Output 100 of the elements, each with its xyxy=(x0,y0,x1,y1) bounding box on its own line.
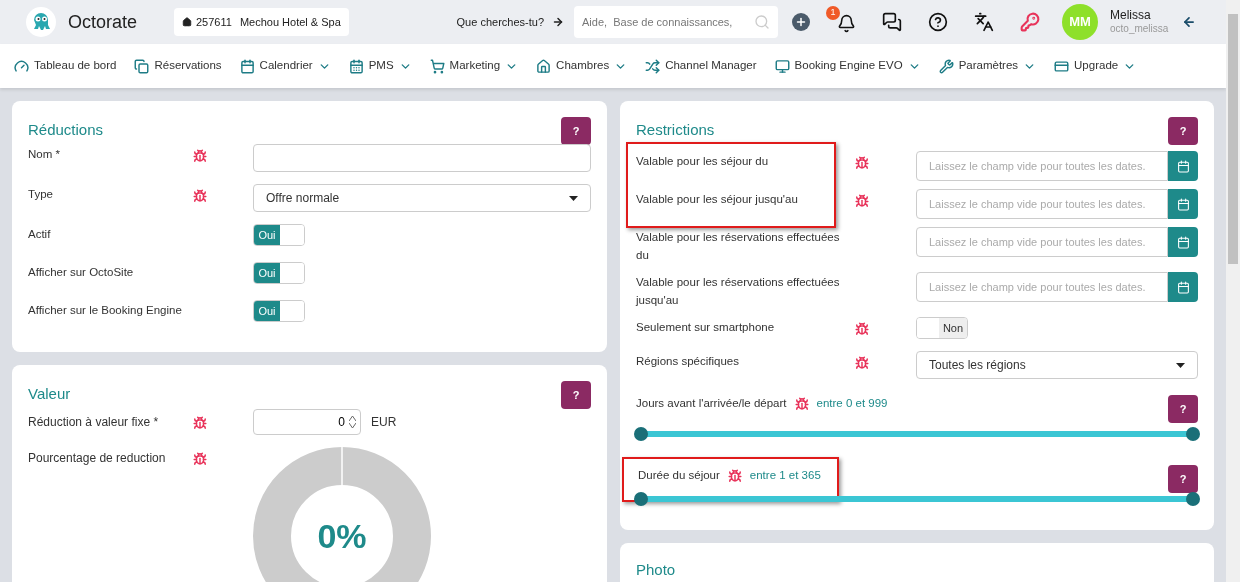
field-label: Actif xyxy=(28,227,52,242)
calendar-icon xyxy=(1176,159,1190,173)
field-label: Réduction à valeur fixe * xyxy=(28,414,160,431)
monitor-icon xyxy=(774,58,790,74)
bug-icon xyxy=(794,396,809,411)
help-button[interactable]: ? xyxy=(561,381,591,409)
gauge-icon xyxy=(14,58,29,74)
wrench-icon xyxy=(938,58,954,74)
nav-item[interactable]: Upgrade xyxy=(1054,57,1137,75)
date-field[interactable]: Laissez le champ vide pour toutes les dates. xyxy=(916,272,1168,302)
field-label: Régions spécifiques xyxy=(636,354,740,369)
field-label: Afficher sur OctoSite xyxy=(28,265,135,280)
range-slider[interactable] xyxy=(634,492,1200,507)
chat-button[interactable] xyxy=(882,12,902,32)
property-selector[interactable]: 257611 Mechou Hotel & Spa xyxy=(174,8,349,36)
select-field[interactable]: Offre normale xyxy=(253,184,591,212)
arrow-right-icon xyxy=(552,16,564,28)
field-label: Seulement sur smartphone xyxy=(636,320,776,335)
bug-icon xyxy=(855,356,869,370)
nav-item[interactable]: Calendrier xyxy=(239,57,331,75)
nav-item[interactable]: Booking Engine EVO xyxy=(774,57,921,75)
help-button[interactable]: ? xyxy=(1168,465,1198,493)
percentage-value: 0% xyxy=(317,515,367,557)
currency-label: EUR xyxy=(371,414,397,431)
slider-label: Durée du séjour xyxy=(638,468,720,483)
range-text: entre 1 et 365 xyxy=(749,468,821,483)
slider-thumb[interactable] xyxy=(1186,427,1200,441)
spinner-arrows-icon[interactable] xyxy=(349,416,356,428)
calendar-button[interactable] xyxy=(1168,189,1198,219)
home-icon xyxy=(536,58,552,74)
toggle-switch[interactable]: Oui xyxy=(253,262,305,284)
field-label: Type xyxy=(28,187,54,202)
slider-thumb[interactable] xyxy=(634,492,648,507)
scrollbar[interactable] xyxy=(1226,0,1240,582)
brand-name: Octorate xyxy=(68,10,139,34)
toggle-switch[interactable]: Oui xyxy=(253,224,305,246)
help-button[interactable]: ? xyxy=(1168,395,1198,423)
field-label: Nom * xyxy=(28,147,61,162)
field-label: Valable pour les réservations effectuées du xyxy=(636,230,841,263)
date-field[interactable]: Laissez le champ vide pour toutes les dates. xyxy=(916,189,1168,219)
card-icon xyxy=(1054,58,1070,74)
select-field[interactable]: Toutes les régions xyxy=(916,351,1198,379)
card-title: Photo xyxy=(636,560,677,581)
bug-icon xyxy=(855,156,869,170)
range-text: entre 0 et 999 xyxy=(816,396,888,411)
nav-item[interactable]: PMS xyxy=(348,57,412,75)
bug-icon xyxy=(855,194,869,208)
nav-item[interactable]: Paramètres xyxy=(938,57,1037,75)
number-field[interactable]: 0 xyxy=(253,409,361,435)
field-label: Valable pour les séjour jusqu'au xyxy=(636,192,799,207)
calendar-icon xyxy=(1176,197,1190,211)
bug-icon xyxy=(193,452,207,466)
home-icon xyxy=(182,17,192,27)
calendar-icon xyxy=(239,58,255,74)
nav-item[interactable]: Channel Manager xyxy=(645,57,757,75)
add-button[interactable] xyxy=(792,13,810,31)
field-label: Afficher sur le Booking Engine xyxy=(28,303,183,318)
help-icon[interactable] xyxy=(928,12,948,32)
nav-item[interactable]: Chambres xyxy=(536,57,628,75)
calendar-button[interactable] xyxy=(1168,272,1198,302)
calendar-button[interactable] xyxy=(1168,227,1198,257)
calendar-icon xyxy=(1176,235,1190,249)
octopus-logo xyxy=(26,7,56,37)
calendar-button[interactable] xyxy=(1168,151,1198,181)
card-title: Restrictions xyxy=(636,120,715,140)
bug-icon xyxy=(855,322,869,336)
copy-icon xyxy=(134,58,150,74)
card-title: Valeur xyxy=(28,384,71,404)
date-field[interactable]: Laissez le champ vide pour toutes les dates. xyxy=(916,151,1168,181)
bell-icon xyxy=(836,14,856,33)
bug-icon xyxy=(193,149,207,163)
help-button[interactable]: ? xyxy=(1168,117,1198,145)
input-field[interactable] xyxy=(253,144,591,172)
toggle-switch[interactable]: Non xyxy=(916,317,968,339)
nav-item[interactable]: Marketing xyxy=(429,57,519,75)
help-button[interactable]: ? xyxy=(561,117,591,145)
range-slider[interactable] xyxy=(634,427,1200,441)
shuffle-icon xyxy=(645,58,661,74)
slider-thumb[interactable] xyxy=(1186,492,1200,507)
slider-label: Jours avant l'arrivée/le départ xyxy=(636,396,787,411)
field-label: Valable pour les réservations effectuées jusqu'au xyxy=(636,275,841,308)
calendar-icon xyxy=(348,58,364,74)
calendar-icon xyxy=(1176,280,1190,294)
date-field[interactable]: Laissez le champ vide pour toutes les dates. xyxy=(916,227,1168,257)
user-handle: octo_melissa xyxy=(1110,23,1170,36)
search-field[interactable]: Aide, Base de connaissances, xyxy=(574,6,778,38)
nav-item[interactable]: Tableau de bord xyxy=(14,57,117,75)
translate-icon[interactable] xyxy=(974,12,994,32)
field-label: Pourcentage de reduction xyxy=(28,450,167,467)
slider-thumb[interactable] xyxy=(634,427,648,441)
bug-icon xyxy=(727,468,742,483)
field-label: Valable pour les séjour du xyxy=(636,154,770,169)
bug-icon xyxy=(193,416,207,430)
user-name: Melissa xyxy=(1110,8,1152,24)
search-prompt: Que cherches-tu? xyxy=(456,14,544,30)
caret-icon xyxy=(1176,362,1185,368)
key-icon[interactable] xyxy=(1020,12,1040,32)
toggle-switch[interactable]: Oui xyxy=(253,300,305,322)
nav-item[interactable]: Réservations xyxy=(134,57,222,75)
bug-icon xyxy=(193,189,207,203)
